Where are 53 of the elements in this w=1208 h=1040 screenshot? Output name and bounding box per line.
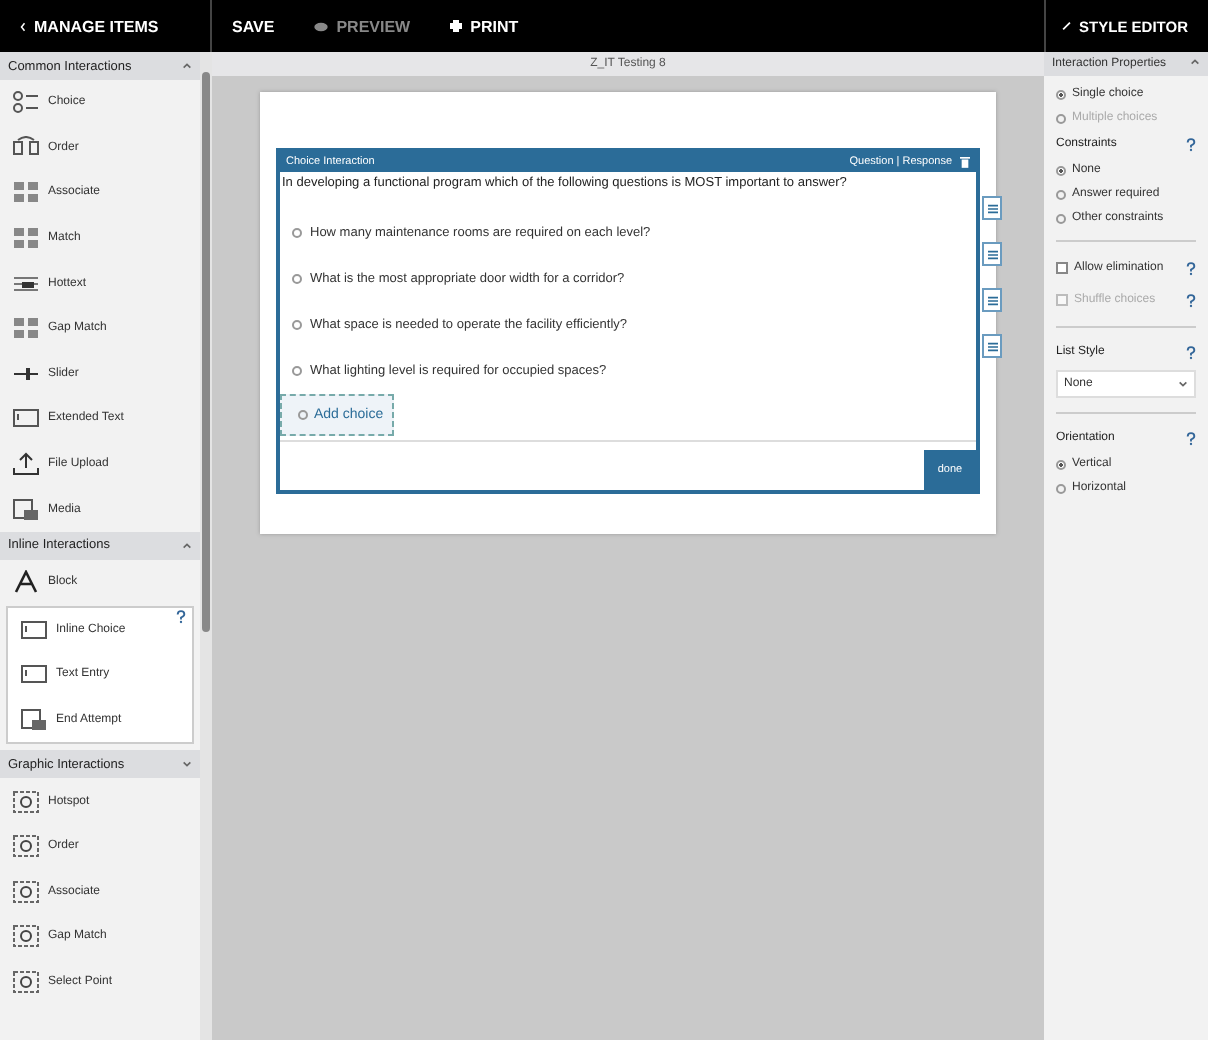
radio-button[interactable] (292, 366, 302, 376)
expand-icon[interactable] (182, 760, 192, 769)
radio-button[interactable] (1056, 213, 1066, 223)
choice-list-icon (12, 90, 40, 115)
chevron-left-icon (20, 21, 26, 31)
toolbar-icon[interactable] (982, 334, 1002, 358)
save-button[interactable]: SAVE (212, 17, 295, 35)
toolbar-icon[interactable] (982, 196, 1002, 220)
media-icon (20, 708, 48, 733)
expand-icon[interactable] (1178, 380, 1188, 388)
graphic-icon (12, 789, 40, 814)
collapse-icon[interactable] (1190, 58, 1200, 66)
radio-button[interactable] (292, 320, 302, 330)
trash-icon[interactable] (960, 156, 970, 168)
eye-icon (314, 21, 329, 31)
print-button[interactable]: PRINT (430, 17, 539, 35)
help-icon[interactable] (176, 609, 186, 624)
radio-button[interactable] (1056, 113, 1066, 123)
radio-button[interactable] (1056, 165, 1066, 175)
radio-button[interactable] (292, 274, 302, 284)
grid-icon (12, 226, 40, 251)
order-icon (12, 135, 40, 160)
radio-button[interactable] (1056, 89, 1066, 99)
help-icon[interactable] (1186, 138, 1196, 152)
pencil-icon (1062, 20, 1072, 32)
collapse-icon[interactable] (182, 541, 192, 550)
radio-button[interactable] (292, 228, 302, 238)
graphic-icon (12, 924, 40, 949)
upload-icon (12, 452, 40, 477)
block-letter-icon (12, 570, 40, 595)
radio-button[interactable] (1056, 189, 1066, 199)
scrollbar-thumb[interactable] (202, 72, 210, 632)
graphic-icon (12, 879, 40, 904)
toolbar-icon[interactable] (982, 288, 1002, 312)
grid-icon (12, 180, 40, 205)
help-icon[interactable] (1186, 432, 1196, 446)
grid-icon (12, 316, 40, 341)
preview-button[interactable]: PREVIEW (294, 17, 431, 35)
collapse-icon[interactable] (182, 62, 192, 70)
help-icon[interactable] (1186, 293, 1196, 307)
help-icon[interactable] (1186, 346, 1196, 360)
radio-button[interactable] (1056, 459, 1066, 469)
text-box-icon (20, 662, 48, 687)
text-lines-icon (12, 271, 40, 296)
checkbox[interactable] (1056, 262, 1068, 274)
radio-button[interactable] (1056, 483, 1066, 493)
text-box-icon (12, 406, 40, 431)
graphic-icon (12, 969, 40, 994)
graphic-icon (12, 834, 40, 859)
media-icon (12, 497, 40, 522)
help-icon[interactable] (1186, 261, 1196, 275)
text-box-icon (20, 617, 48, 642)
toolbar-icon[interactable] (982, 242, 1002, 266)
